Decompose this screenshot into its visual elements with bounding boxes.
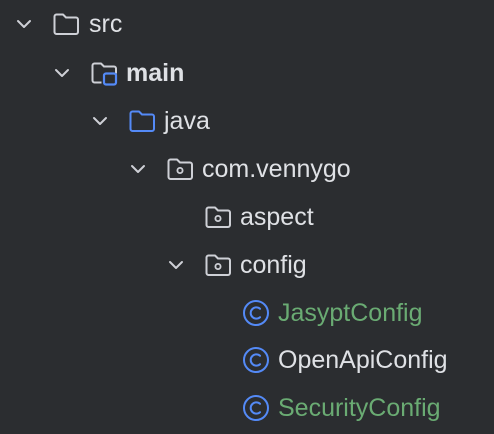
chevron-down-icon[interactable] <box>166 255 186 275</box>
chevron-down-icon[interactable] <box>128 159 148 179</box>
package-icon <box>167 158 193 180</box>
chevron-down-icon[interactable] <box>52 63 72 83</box>
package-icon <box>205 254 231 276</box>
tree-node-label: JasyptConfig <box>278 299 423 327</box>
class-icon <box>243 347 269 373</box>
tree-node-label: src <box>89 10 123 38</box>
tree-node-label: java <box>164 107 210 135</box>
tree-node-label: com.vennygo <box>202 155 351 183</box>
tree-node-com-vennygo[interactable]: com.vennygo <box>0 147 494 191</box>
folder-icon <box>53 13 79 35</box>
class-icon <box>243 300 269 326</box>
tree-node-main[interactable]: main <box>0 51 494 95</box>
tree-node-label: SecurityConfig <box>278 394 441 422</box>
tree-node-label: main <box>126 59 185 87</box>
source-folder-icon <box>91 62 118 86</box>
source-root-folder-icon <box>129 110 155 132</box>
chevron-down-icon[interactable] <box>90 111 110 131</box>
tree-node-aspect[interactable]: aspect <box>0 195 494 239</box>
tree-node-openapiconfig[interactable]: OpenApiConfig <box>0 338 494 382</box>
tree-node-config[interactable]: config <box>0 243 494 287</box>
class-icon <box>243 395 269 421</box>
tree-node-label: OpenApiConfig <box>278 346 448 374</box>
chevron-down-icon[interactable] <box>14 14 34 34</box>
tree-node-label: aspect <box>240 203 314 231</box>
project-tree: src main java com.vennygo aspect config … <box>0 0 494 434</box>
tree-node-jasyptconfig[interactable]: JasyptConfig <box>0 291 494 335</box>
tree-node-src[interactable]: src <box>0 2 494 46</box>
package-icon <box>205 206 231 228</box>
tree-node-securityconfig[interactable]: SecurityConfig <box>0 386 494 430</box>
tree-node-label: config <box>240 251 307 279</box>
tree-node-java[interactable]: java <box>0 99 494 143</box>
